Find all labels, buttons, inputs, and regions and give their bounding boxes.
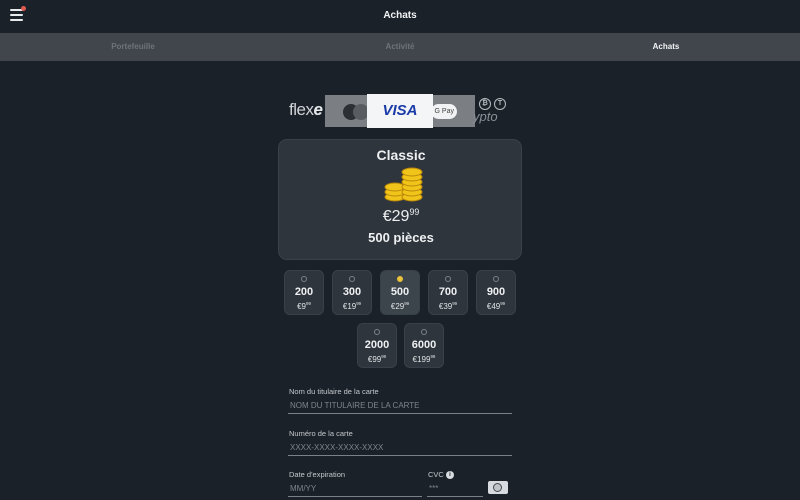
card-number-input[interactable]	[288, 440, 512, 456]
tab-activite[interactable]: Activité	[267, 33, 533, 61]
option-quantity: 200	[294, 286, 314, 298]
tab-bar: Portefeuille Activité Achats	[0, 33, 800, 61]
coin-option-2000[interactable]: 2000 €9999	[357, 323, 397, 368]
option-price: €999	[285, 301, 323, 311]
radio-icon	[301, 276, 307, 282]
coins-icon	[384, 167, 423, 202]
camera-lens	[493, 483, 502, 492]
option-price-main: €199	[412, 355, 431, 364]
flexepin-method[interactable]: flexe	[289, 100, 323, 120]
option-price: €2999	[381, 301, 419, 311]
coin-option-300[interactable]: 300 €1999	[332, 270, 372, 315]
info-icon[interactable]: i	[446, 471, 454, 479]
payment-method-selector: flexe G Pay VISA ₿ T ypto	[285, 94, 517, 128]
cvc-label: CVC	[428, 470, 444, 479]
tab-portefeuille[interactable]: Portefeuille	[0, 33, 266, 61]
option-price-cents: 99	[430, 354, 436, 359]
radio-icon	[421, 329, 427, 335]
option-price-cents: 99	[381, 354, 387, 359]
radio-selected-icon	[397, 276, 403, 282]
tab-achats[interactable]: Achats	[533, 33, 799, 61]
expiry-input[interactable]	[288, 481, 422, 497]
option-price-cents: 99	[356, 301, 362, 306]
radio-icon	[493, 276, 499, 282]
option-price-main: €39	[438, 302, 453, 311]
option-price: €4999	[477, 301, 515, 311]
radio-icon	[445, 276, 451, 282]
option-price-main: €29	[390, 302, 405, 311]
google-pay-method[interactable]: G Pay	[431, 104, 457, 119]
top-bar: Achats	[0, 0, 800, 33]
option-price: €3999	[429, 301, 467, 311]
option-quantity: 2000	[364, 339, 390, 351]
camera-icon[interactable]	[488, 481, 508, 494]
coin-option-200[interactable]: 200 €999	[284, 270, 324, 315]
option-quantity: 300	[342, 286, 362, 298]
coin-option-6000[interactable]: 6000 €19999	[404, 323, 444, 368]
visa-method[interactable]: VISA	[367, 94, 433, 128]
pack-name: Classic	[376, 147, 426, 163]
coin-option-700[interactable]: 700 €3999	[428, 270, 468, 315]
option-quantity: 500	[390, 286, 410, 298]
expiry-label: Date d'expiration	[289, 470, 346, 479]
coin-option-900[interactable]: 900 €4999	[476, 270, 516, 315]
pack-price-main: €29	[382, 208, 410, 225]
crypto-label: ypto	[473, 109, 498, 124]
crypto-method[interactable]: ₿ T ypto	[473, 98, 511, 126]
option-price-cents: 99	[306, 301, 311, 306]
card-number-label: Numéro de la carte	[289, 429, 353, 438]
option-price-cents: 99	[452, 301, 458, 306]
radio-icon	[374, 329, 380, 335]
option-quantity: 700	[438, 286, 458, 298]
flexepin-logo-text: flex	[289, 100, 314, 119]
page-title: Achats	[383, 10, 417, 21]
pack-quantity: 500 pièces	[368, 230, 434, 245]
option-price-main: €99	[367, 355, 382, 364]
option-price-main: €19	[342, 302, 357, 311]
option-quantity: 6000	[411, 339, 437, 351]
cvc-input[interactable]	[427, 481, 483, 497]
option-price-cents: 99	[500, 301, 506, 306]
cardholder-label: Nom du titulaire de la carte	[289, 387, 379, 396]
pack-price: €2999	[279, 207, 523, 226]
option-price-main: €49	[486, 302, 501, 311]
flexepin-logo-suffix: e	[313, 100, 323, 119]
cardholder-input[interactable]	[288, 398, 512, 414]
pack-price-cents: 99	[409, 207, 420, 217]
selected-pack-card: Classic €2999 500 pièces	[278, 139, 522, 260]
radio-icon	[349, 276, 355, 282]
option-price: €19999	[405, 354, 443, 364]
option-price-cents: 99	[404, 301, 410, 306]
option-price: €1999	[333, 301, 371, 311]
option-price-main: €9	[297, 302, 306, 311]
option-quantity: 900	[486, 286, 506, 298]
option-price: €9999	[358, 354, 396, 364]
coin-option-500[interactable]: 500 €2999	[380, 270, 420, 315]
